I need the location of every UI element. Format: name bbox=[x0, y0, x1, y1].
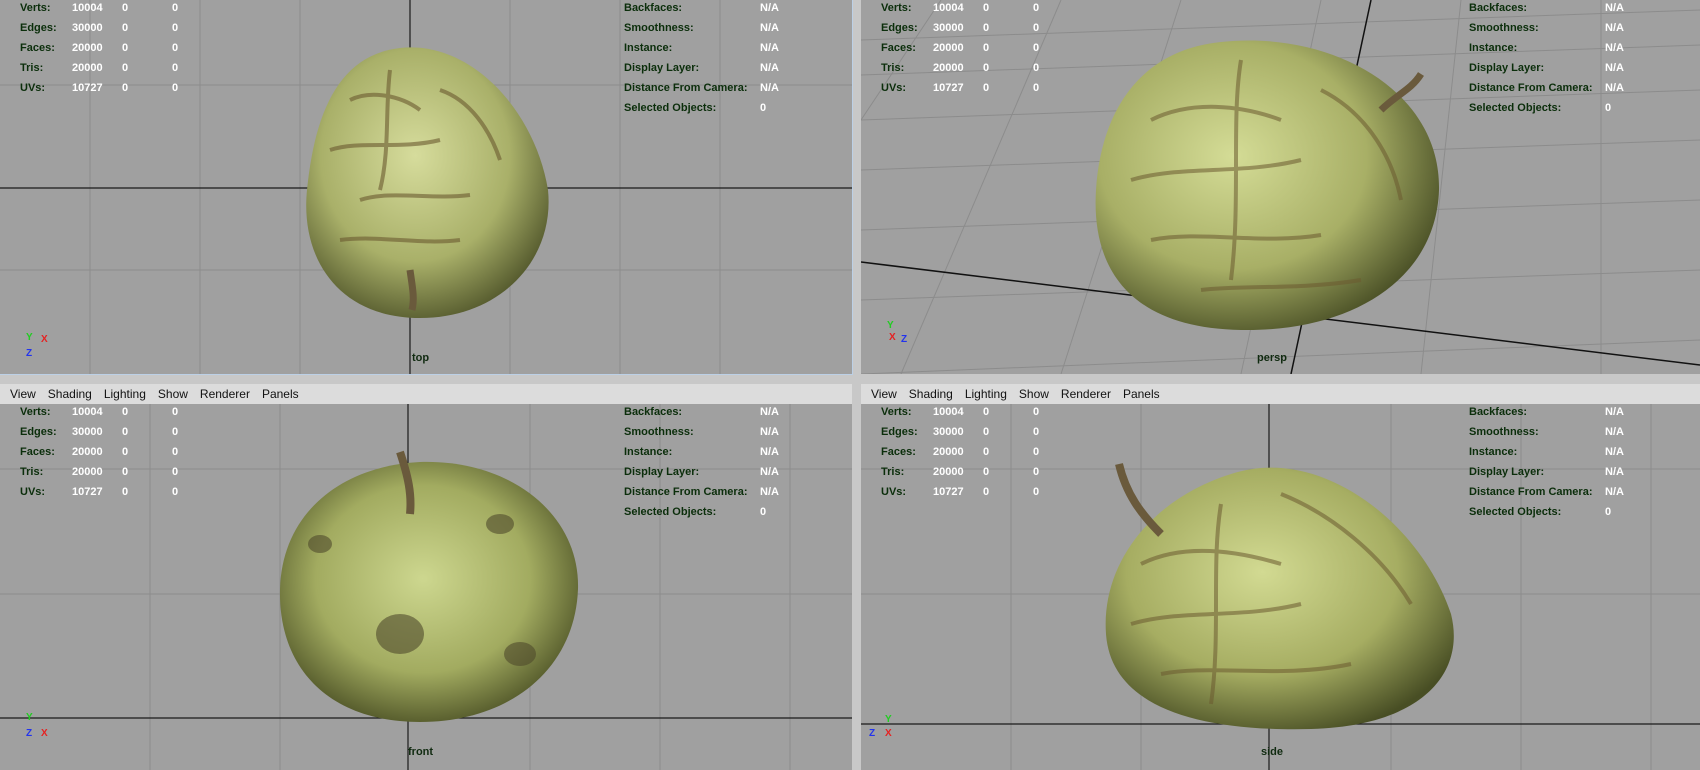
viewport-persp[interactable]: Verts: 10004 0 0 Edges: 30000 0 0 Faces: 20000 0… bbox=[861, 0, 1700, 374]
fruit-model[interactable] bbox=[279, 450, 579, 722]
axis-gizmo: Y X Z bbox=[887, 320, 908, 345]
menu-shading[interactable]: Shading bbox=[48, 387, 92, 401]
fruit-model[interactable] bbox=[1095, 40, 1440, 331]
menu-show[interactable]: Show bbox=[158, 387, 188, 401]
menu-panels[interactable]: Panels bbox=[262, 387, 299, 401]
menu-lighting[interactable]: Lighting bbox=[104, 387, 146, 401]
camera-name: persp bbox=[1257, 352, 1287, 364]
menu-renderer[interactable]: Renderer bbox=[200, 387, 250, 401]
fruit-model[interactable] bbox=[1105, 463, 1454, 730]
object-details-hud: Backfaces: N/A Smoothness: N/A Instance: N/… bbox=[624, 2, 779, 114]
poly-count-hud: Verts: 10004 0 0 Edges: 30000 0 0 Faces: 20000 0… bbox=[20, 406, 179, 498]
object-details-hud: Backfaces: N/A Smoothness: N/A Instance: N/… bbox=[1469, 2, 1624, 114]
axis-gizmo: Y Z X bbox=[869, 714, 892, 739]
menu-renderer[interactable]: Renderer bbox=[1061, 387, 1111, 401]
menu-lighting[interactable]: Lighting bbox=[965, 387, 1007, 401]
panel-menu-bar: View Shading Lighting Show Renderer Pane… bbox=[861, 384, 1700, 404]
viewport-front[interactable]: View Shading Lighting Show Renderer Pane… bbox=[0, 384, 852, 770]
camera-name: top bbox=[412, 352, 430, 364]
menu-show[interactable]: Show bbox=[1019, 387, 1049, 401]
axis-gizmo: Y Z X bbox=[26, 712, 48, 739]
object-details-hud: Backfaces: N/A Smoothness: N/A Instance: N/… bbox=[1469, 406, 1624, 518]
menu-view[interactable]: View bbox=[10, 387, 36, 401]
axis-gizmo: Y X Z bbox=[26, 332, 48, 359]
panel-menu-bar: View Shading Lighting Show Renderer Pane… bbox=[0, 384, 852, 404]
menu-shading[interactable]: Shading bbox=[909, 387, 953, 401]
menu-panels[interactable]: Panels bbox=[1123, 387, 1160, 401]
poly-count-hud: Verts: 10004 0 0 Edges: 30000 0 0 Faces: 20000 0… bbox=[881, 406, 1040, 498]
poly-count-hud: Verts: 10004 0 0 Edges: 30000 0 0 Faces: 20000 0… bbox=[881, 2, 1040, 94]
viewport-top[interactable]: Verts: 10004 0 0 Edges: 30000 0 0 Faces: 20000 0… bbox=[0, 0, 853, 375]
camera-name: front bbox=[408, 746, 434, 758]
viewport-side[interactable]: View Shading Lighting Show Renderer Pane… bbox=[861, 384, 1700, 770]
camera-name: side bbox=[1261, 746, 1284, 758]
menu-view[interactable]: View bbox=[871, 387, 897, 401]
fruit-model[interactable] bbox=[306, 47, 549, 318]
poly-count-hud: Verts: 10004 0 0 Edges: 30000 0 0 Faces: 20000 0… bbox=[20, 2, 179, 94]
object-details-hud: Backfaces: N/A Smoothness: N/A Instance: N/… bbox=[624, 406, 779, 518]
